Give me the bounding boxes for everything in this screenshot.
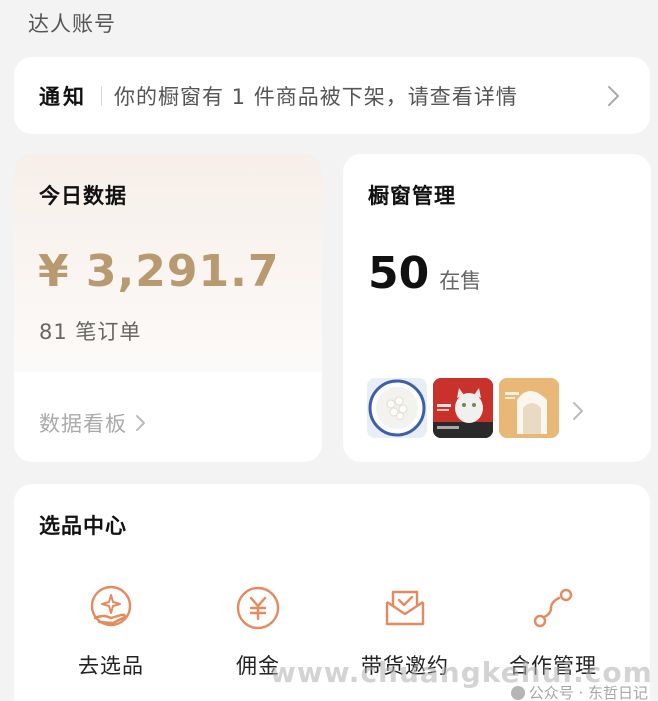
product-thumb-cat-litter[interactable] [499,378,559,438]
chevron-right-icon [608,86,619,106]
today-data-card[interactable]: 今日数据 ¥ 3,291.7 81 笔订单 数据看板 [14,154,322,462]
product-thumb-bowl[interactable] [367,378,427,438]
dashboard-link[interactable]: 数据看板 [39,408,147,438]
dashboard-link-label: 数据看板 [39,412,127,436]
notice-text: 你的橱窗有 1 件商品被下架，请查看详情 [114,84,518,109]
account-label: 达人账号 [28,12,116,36]
tool-select-products[interactable]: 去选品 [46,584,176,680]
notice-divider [101,85,102,106]
today-title: 今日数据 [39,184,127,208]
selection-title: 选品中心 [39,514,127,538]
chevron-right-icon [136,415,145,431]
notice-bar[interactable]: 通知 你的橱窗有 1 件商品被下架，请查看详情 [14,57,650,134]
hand-star-icon [90,585,132,627]
product-thumb-cat-food[interactable] [433,378,493,438]
window-management-card[interactable]: 橱窗管理 50 在售 [343,154,651,462]
watermark-account-text: 公众号 · 东哲日记 [528,684,648,701]
envelope-check-icon [385,590,425,626]
on-sale-number: 50 [368,248,430,299]
chevron-right-icon[interactable] [569,400,587,422]
tool-label: 去选品 [78,654,144,678]
window-title: 橱窗管理 [368,184,456,208]
notice-tag: 通知 [39,84,87,109]
on-sale-count: 50 在售 [368,248,481,299]
wechat-icon [510,685,525,700]
connection-nodes-icon [533,588,573,628]
today-amount: ¥ 3,291.7 [38,246,280,297]
product-thumbnails [367,378,559,438]
on-sale-unit: 在售 [439,269,482,293]
watermark-account: 公众号 · 东哲日记 [510,682,648,701]
yen-coin-icon [236,586,280,630]
today-orders: 81 笔订单 [39,320,142,344]
